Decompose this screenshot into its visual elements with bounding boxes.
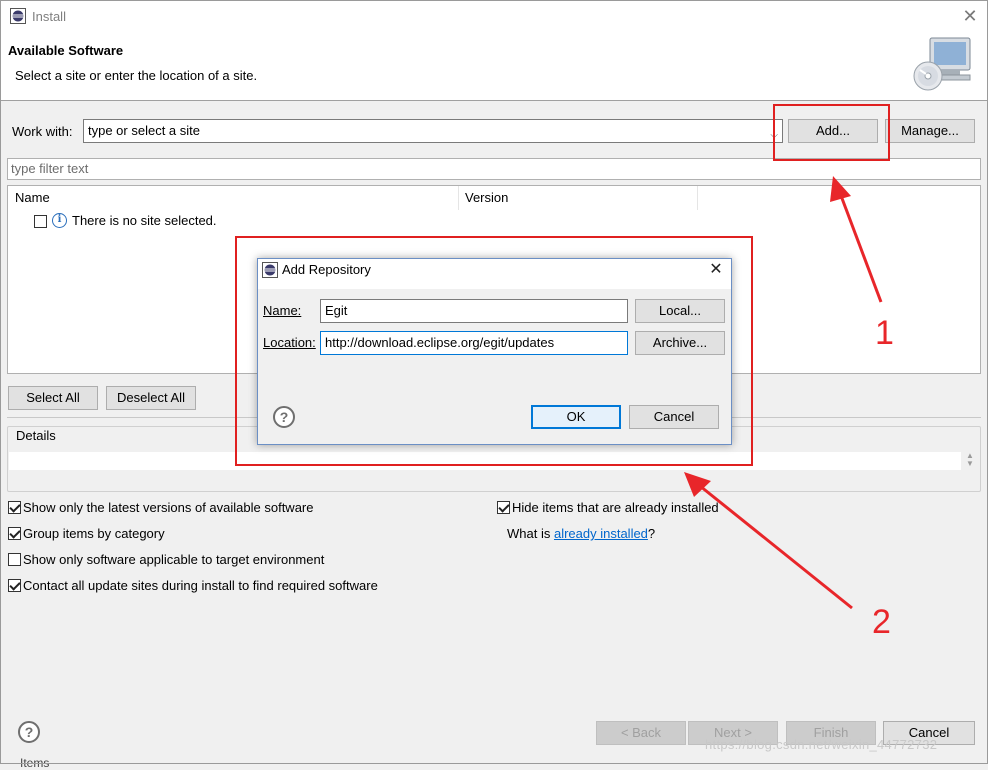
deselect-all-button[interactable]: Deselect All bbox=[106, 386, 196, 410]
table-row-text: There is no site selected. bbox=[72, 213, 217, 228]
group-by-category-checkbox[interactable] bbox=[8, 527, 21, 540]
hide-installed-label: Hide items that are already installed bbox=[512, 500, 719, 515]
computer-cd-icon bbox=[912, 36, 974, 94]
details-label: Details bbox=[16, 428, 56, 443]
items-label: Items bbox=[20, 756, 50, 770]
close-icon[interactable]: ✕ bbox=[960, 6, 980, 26]
annotation-number-1: 1 bbox=[875, 314, 894, 352]
what-is-suffix: ? bbox=[647, 526, 656, 541]
eclipse-icon bbox=[10, 8, 26, 24]
title-bar bbox=[1, 1, 987, 31]
work-with-value: type or select a site bbox=[88, 123, 200, 138]
manage-button[interactable]: Manage... bbox=[885, 119, 975, 143]
show-latest-label: Show only the latest versions of availab… bbox=[23, 500, 314, 515]
annotation-box-add bbox=[773, 104, 890, 161]
already-installed-link[interactable]: already installed bbox=[554, 526, 648, 541]
window-title: Install bbox=[32, 9, 66, 24]
page-subtitle: Select a site or enter the location of a… bbox=[15, 68, 258, 83]
show-applicable-checkbox[interactable] bbox=[8, 553, 21, 566]
column-header-name[interactable]: Name bbox=[15, 190, 50, 205]
wizard-banner bbox=[1, 31, 987, 101]
annotation-number-2: 2 bbox=[872, 603, 891, 641]
what-is-installed-text: What is already installed? bbox=[507, 526, 655, 541]
watermark: https://blog.csdn.net/weixin_44772732 bbox=[705, 737, 938, 752]
group-by-category-label: Group items by category bbox=[23, 526, 165, 541]
filter-input[interactable]: type filter text bbox=[7, 158, 981, 180]
annotation-box-dialog bbox=[235, 236, 753, 466]
column-divider bbox=[697, 186, 698, 210]
info-icon: i bbox=[52, 213, 67, 228]
select-all-button[interactable]: Select All bbox=[8, 386, 98, 410]
show-latest-checkbox[interactable] bbox=[8, 501, 21, 514]
contact-all-label: Contact all update sites during install … bbox=[23, 578, 378, 593]
hide-installed-checkbox[interactable] bbox=[497, 501, 510, 514]
page-title: Available Software bbox=[8, 43, 124, 58]
back-button[interactable]: < Back bbox=[596, 721, 686, 745]
column-header-version[interactable]: Version bbox=[465, 190, 508, 205]
row-checkbox[interactable] bbox=[34, 215, 47, 228]
help-icon[interactable]: ? bbox=[18, 721, 40, 743]
work-with-label: Work with: bbox=[12, 124, 73, 139]
what-is-prefix: What is bbox=[507, 526, 554, 541]
scroll-arrows-icon[interactable]: ▲ ▼ bbox=[962, 452, 978, 470]
column-divider bbox=[458, 186, 459, 210]
work-with-combo[interactable]: type or select a site ⌵ bbox=[83, 119, 783, 143]
contact-all-checkbox[interactable] bbox=[8, 579, 21, 592]
show-applicable-label: Show only software applicable to target … bbox=[23, 552, 325, 567]
